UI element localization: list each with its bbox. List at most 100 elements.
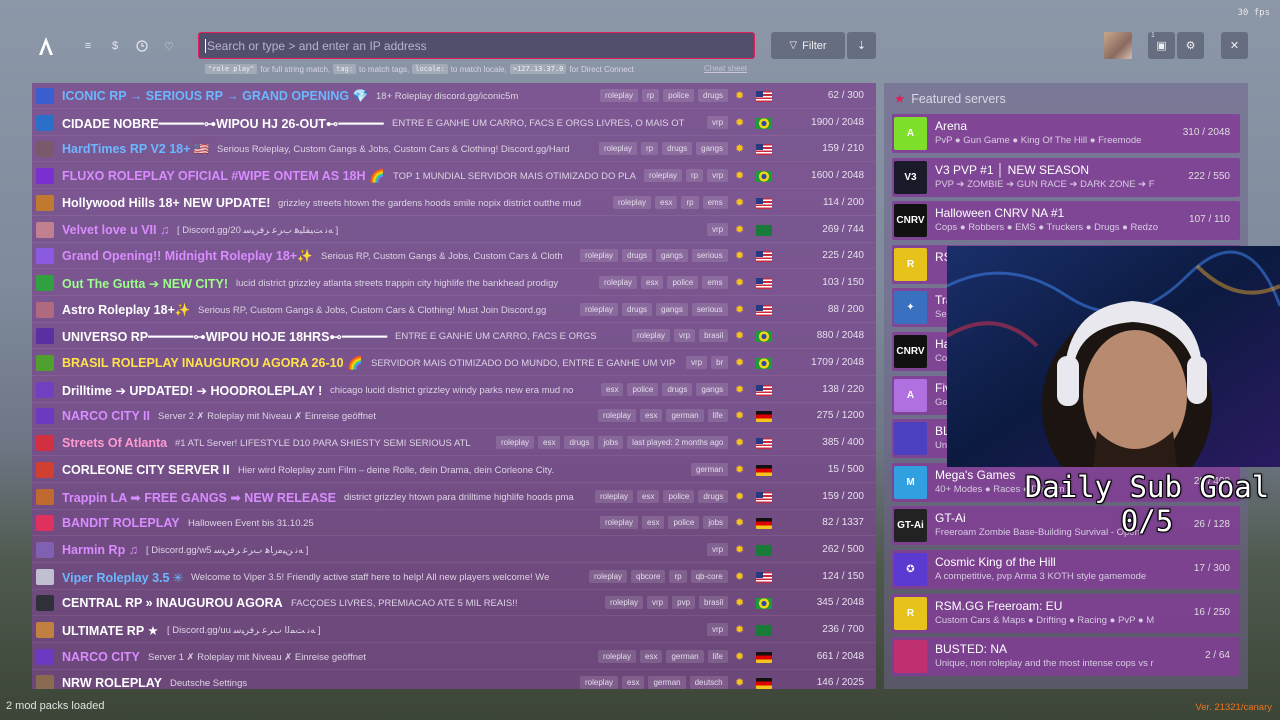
- server-list[interactable]: ICONIC RP → SERIOUS RP → GRAND OPENING 💎…: [32, 83, 876, 689]
- server-tag: police: [663, 489, 695, 503]
- server-row[interactable]: FLUXO ROLEPLAY OFICIAL #WIPE ONTEM AS 18…: [32, 163, 876, 190]
- server-row[interactable]: Streets Of Atlanta #1 ATL Server! LIFESTY…: [32, 430, 876, 457]
- server-name: NARCO CITY II: [62, 409, 150, 424]
- flag-sa-icon: [756, 544, 772, 556]
- server-list-tab-icon[interactable]: ≡: [80, 38, 96, 54]
- featured-server-card[interactable]: R RSM.GG Freeroam: EU Custom Cars & Maps ●…: [892, 593, 1240, 633]
- sun-icon: ✹: [735, 276, 745, 289]
- server-tag: rp: [669, 569, 687, 583]
- player-count: 138 / 220: [822, 383, 864, 395]
- player-count: 15 / 500: [827, 463, 864, 475]
- settings-button[interactable]: ⚙: [1177, 32, 1204, 59]
- server-tag: roleplay: [600, 89, 639, 102]
- server-tags: roleplay esx police drugs: [595, 489, 729, 503]
- server-row[interactable]: Viper Roleplay 3.5 ✳ Welcome to Viper 3.5…: [32, 564, 876, 590]
- player-count: 124 / 150: [822, 570, 864, 582]
- flag-de-icon: [756, 411, 772, 423]
- featured-server-card[interactable]: V3 V3 PVP #1 │ NEW SEASON PVP ➔ ZOMBIE ➔ G…: [892, 157, 1240, 197]
- featured-player-count: 16 / 250: [1193, 606, 1230, 618]
- server-row[interactable]: UNIVERSO RP━━━━━━⊶WIPOU HOJE 18HRS⊷━━━━━…: [32, 323, 876, 350]
- sun-icon: ✹: [735, 170, 745, 183]
- server-description: Server 1 ✗ Roleplay mit Niveau ✗ Einreis…: [148, 651, 366, 663]
- notifications-button[interactable]: ▣ 1: [1148, 32, 1175, 59]
- server-row[interactable]: Velvet love u VII ♫ [ Discord.gg/20 ﻪﻧ ﺖﻴ…: [32, 217, 876, 243]
- flag-de-icon: [756, 518, 772, 530]
- server-row[interactable]: Out The Gutta ➔ NEW CITY! lucid district …: [32, 270, 876, 296]
- server-tag: drugs: [698, 489, 729, 503]
- player-count: 1900 / 2048: [811, 116, 864, 128]
- server-row[interactable]: Harmin Rp ♫ [ Discord.gg/w5 ﻪﻧ ﻦﻴﻣﺭﺎﻫ ﺏﺮﻋ…: [32, 537, 876, 563]
- history-tab-icon[interactable]: [134, 38, 150, 54]
- player-count: 103 / 150: [822, 276, 864, 288]
- search-box[interactable]: [198, 32, 755, 59]
- player-count: 1600 / 2048: [811, 170, 864, 182]
- server-description: TOP 1 MUNDIAL SERVIDOR MAIS OTIMIZADO DO…: [393, 171, 636, 183]
- server-row[interactable]: CENTRAL RP » INAUGUROU AGORA FACÇOES LIVR…: [32, 590, 876, 617]
- server-row[interactable]: HardTimes RP V2 18+ 🇺🇸 Serious Roleplay, …: [32, 136, 876, 163]
- server-tags: esx police drugs gangs: [601, 382, 729, 396]
- cheat-sheet-link[interactable]: Cheat sheet: [704, 64, 747, 73]
- server-icon: [36, 568, 54, 585]
- server-tag: esx: [622, 676, 645, 689]
- server-description: Serious RP, Custom Gangs & Jobs, Custom …: [198, 304, 547, 316]
- featured-server-description: Custom Cars & Maps ● Drifting ● Racing ●…: [935, 614, 1155, 626]
- server-row[interactable]: Drilltime ➔ UPDATED! ➔ HOODROLEPLAY ! chi…: [32, 377, 876, 403]
- server-name: Astro Roleplay 18+✨: [62, 302, 191, 317]
- server-tags: roleplay esx police ems: [599, 275, 728, 289]
- server-row[interactable]: BRASIL ROLEPLAY INAUGUROU AGORA 26-10 🌈 S…: [32, 350, 876, 376]
- flag-us-icon: [756, 144, 772, 156]
- featured-server-card[interactable]: BUSTED: NA Unique, non roleplay and the m…: [892, 637, 1240, 677]
- server-row[interactable]: NARCO CITY II Server 2 ✗ Roleplay mit Niv…: [32, 403, 876, 430]
- server-tag: drugs: [622, 302, 653, 316]
- search-input[interactable]: [199, 33, 754, 58]
- user-avatar[interactable]: [1104, 32, 1132, 59]
- favorites-tab-icon[interactable]: ♡: [161, 38, 177, 54]
- featured-server-card[interactable]: A Arena PvP ● Gun Game ● King Of The Hill …: [892, 114, 1240, 153]
- server-row[interactable]: Grand Opening!! Midnight Roleplay 18+✨ Se…: [32, 243, 876, 270]
- flag-canton: [756, 491, 763, 498]
- server-row[interactable]: CIDADE NOBRE━━━━━━⊶WIPOU HJ 26-OUT⊷━━━━━…: [32, 110, 876, 136]
- server-row[interactable]: ICONIC RP → SERIOUS RP → GRAND OPENING 💎…: [32, 83, 876, 109]
- server-icon: [36, 168, 54, 185]
- flag-us-icon: [756, 304, 772, 316]
- featured-player-count: 107 / 110: [1189, 214, 1230, 226]
- version-label: Ver. 21321/canary: [1195, 702, 1272, 713]
- notification-count: 1: [1151, 32, 1155, 39]
- sun-icon: ✹: [735, 223, 745, 236]
- server-row[interactable]: BANDIT ROLEPLAY Halloween Event bis 31.10…: [32, 510, 876, 537]
- server-description: Hier wird Roleplay zum Film – deine Roll…: [238, 464, 555, 476]
- server-tags: roleplay vrp pvp brasil: [605, 596, 729, 610]
- sun-icon: ✹: [735, 90, 745, 102]
- server-row[interactable]: NARCO CITY Server 1 ✗ Roleplay mit Niveau…: [32, 644, 876, 670]
- server-row[interactable]: NRW ROLEPLAY Deutsche Settings roleplay esx…: [32, 670, 876, 689]
- flag-canton: [756, 277, 763, 284]
- server-tag: jobs: [598, 436, 624, 450]
- server-description: ENTRE E GANHE UM CARRO, FACS E ORGS: [395, 331, 597, 343]
- premium-tab-icon[interactable]: $: [107, 38, 123, 54]
- sub-goal-title: Daily Sub Goal: [1024, 470, 1270, 504]
- server-row[interactable]: CORLEONE CITY SERVER II Hier wird Rolepla…: [32, 457, 876, 483]
- server-icon: [36, 141, 54, 158]
- server-tags: roleplay vrp brasil: [632, 329, 729, 343]
- server-row[interactable]: Hollywood Hills 18+ NEW UPDATE! grizzley …: [32, 190, 876, 216]
- server-tag: drugs: [564, 436, 595, 450]
- server-row[interactable]: Astro Roleplay 18+✨ Serious RP, Custom Ga…: [32, 297, 876, 323]
- filter-button[interactable]: ▽ Filter: [771, 32, 845, 59]
- server-row[interactable]: ULTIMATE RP ★ [ Discord.gg/uu ﻪﻧ ﺖﻤﻟﺍ ﺏﺮﻋ…: [32, 617, 876, 643]
- sort-button[interactable]: ⇣: [847, 32, 876, 59]
- close-button[interactable]: ✕: [1221, 32, 1248, 59]
- server-tag: roleplay: [595, 489, 634, 503]
- featured-server-icon: [894, 640, 927, 674]
- server-tag: esx: [637, 489, 660, 503]
- server-tags: roleplay drugs gangs serious: [580, 302, 728, 316]
- player-count: 159 / 210: [822, 143, 864, 155]
- sun-icon: ✹: [735, 303, 745, 316]
- featured-server-card[interactable]: CNRV Halloween CNRV NA #1 Cops ● Robbers ●…: [892, 201, 1240, 241]
- server-tag: life: [707, 649, 728, 663]
- featured-server-card[interactable]: ✪ Cosmic King of the Hill A competitive, p…: [892, 550, 1240, 589]
- server-tag: german: [666, 649, 704, 663]
- server-description: [ Discord.gg/20 ﻪﻧ ﺖﻴﻔﻠﻴﻫ ﺏﺮﻋ ﺮﻓﺮﻴﺳ ]: [177, 224, 339, 236]
- app-logo-icon[interactable]: [38, 36, 54, 56]
- featured-server-icon: A: [894, 378, 927, 412]
- server-row[interactable]: Trappin LA ➡ FREE GANGS ➡ NEW RELEASE dis…: [32, 484, 876, 510]
